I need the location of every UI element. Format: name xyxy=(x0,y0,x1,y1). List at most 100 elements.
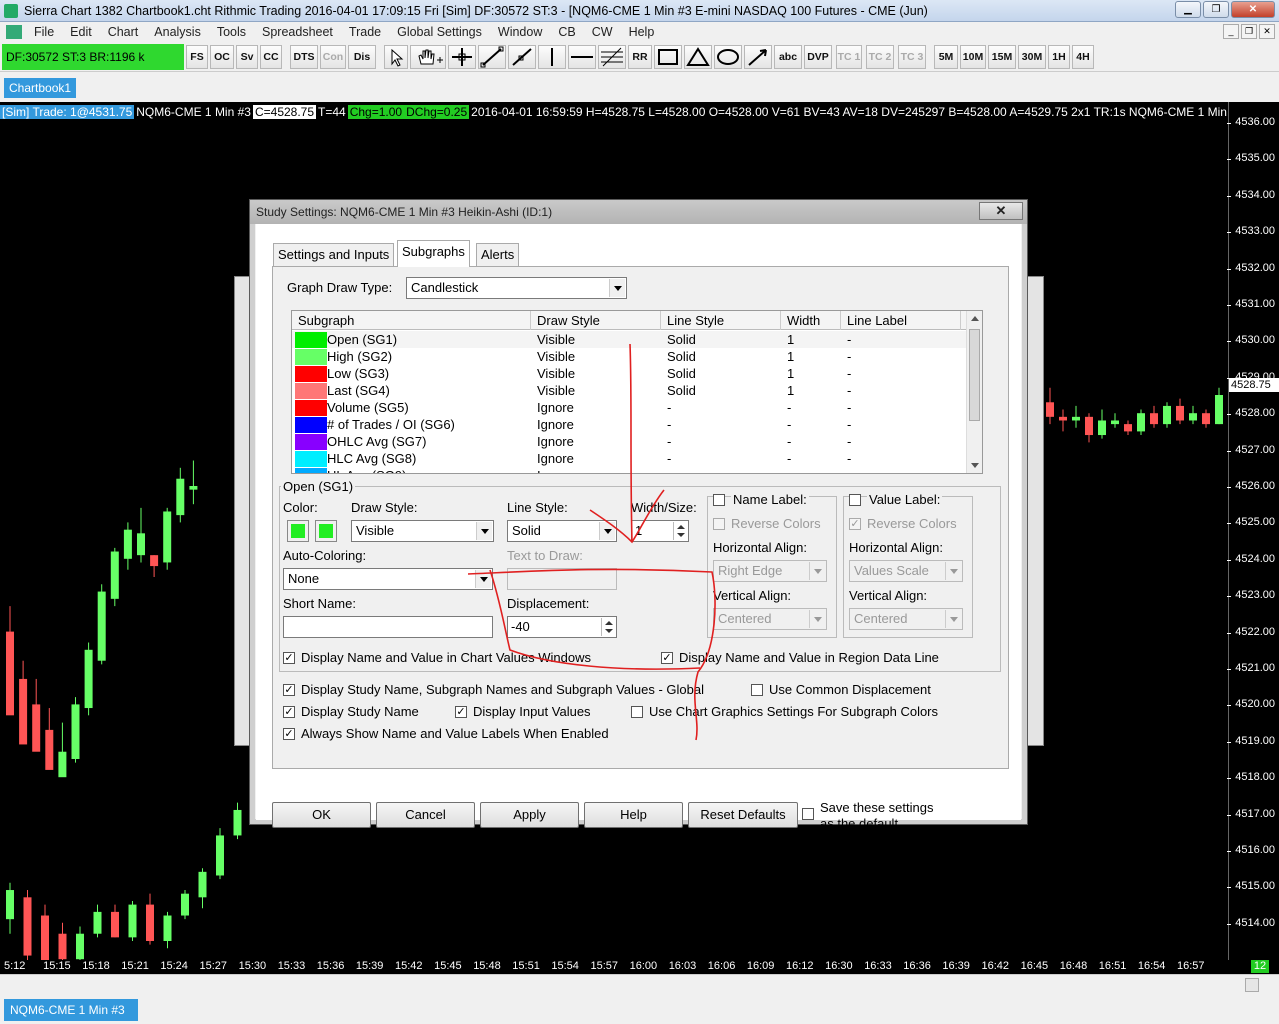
hand-tool-icon[interactable] xyxy=(410,45,446,69)
toolbar-button-con[interactable]: Con xyxy=(320,45,346,69)
col-draw-style[interactable]: Draw Style xyxy=(531,311,661,330)
name-label-checkbox[interactable] xyxy=(713,494,725,506)
toolbar-button-tc3[interactable]: TC 3 xyxy=(898,45,926,69)
menu-global-settings[interactable]: Global Settings xyxy=(389,25,490,39)
menu-help[interactable]: Help xyxy=(621,25,663,39)
toolbar-button-1h[interactable]: 1H xyxy=(1048,45,1070,69)
line-style-select[interactable]: Solid xyxy=(507,520,617,542)
region-data-line-checkbox[interactable]: ✓ xyxy=(661,652,673,664)
primary-color-swatch[interactable] xyxy=(287,520,309,542)
toolbar-button-oc[interactable]: OC xyxy=(210,45,234,69)
toolbar-button-rr[interactable]: RR xyxy=(628,45,652,69)
display-input-values-checkbox[interactable]: ✓ xyxy=(455,706,467,718)
graph-draw-type-select[interactable]: Candlestick xyxy=(406,277,627,299)
apply-button[interactable]: Apply xyxy=(480,802,579,828)
table-row[interactable]: HL Avg (SG9) Ignore - - - xyxy=(292,467,968,473)
table-row[interactable]: Last (SG4) Visible Solid 1 - xyxy=(292,382,968,399)
menu-cw[interactable]: CW xyxy=(584,25,621,39)
menu-cb[interactable]: CB xyxy=(550,25,583,39)
ray-tool-icon[interactable] xyxy=(508,45,536,69)
scroll-up-icon[interactable] xyxy=(971,316,979,321)
toolbar-button-15m[interactable]: 15M xyxy=(988,45,1016,69)
col-width[interactable]: Width xyxy=(781,311,841,330)
vertical-line-tool-icon[interactable] xyxy=(538,45,566,69)
toolbar-button-10m[interactable]: 10M xyxy=(960,45,986,69)
text-tool-button[interactable]: abc xyxy=(774,45,802,69)
always-show-labels-checkbox[interactable]: ✓ xyxy=(283,728,295,740)
global-display-checkbox[interactable]: ✓ xyxy=(283,684,295,696)
triangle-tool-icon[interactable] xyxy=(684,45,712,69)
toolbar-button-dis[interactable]: Dis xyxy=(348,45,376,69)
tab-nqm6-chart[interactable]: NQM6-CME 1 Min #3 xyxy=(4,999,138,1021)
table-row[interactable]: HLC Avg (SG8) Ignore - - - xyxy=(292,450,968,467)
ok-button[interactable]: OK xyxy=(272,802,371,828)
subgraphs-table-scrollbar[interactable] xyxy=(966,311,982,473)
scrollbar-thumb[interactable] xyxy=(1245,978,1259,992)
chart-horizontal-scrollbar[interactable] xyxy=(0,974,1279,996)
col-subgraph[interactable]: Subgraph xyxy=(292,311,531,330)
toolbar-button-tc1[interactable]: TC 1 xyxy=(836,45,862,69)
pointer-tool-icon[interactable] xyxy=(384,45,408,69)
menu-window[interactable]: Window xyxy=(490,25,550,39)
rectangle-tool-icon[interactable] xyxy=(654,45,682,69)
menu-tools[interactable]: Tools xyxy=(209,25,254,39)
toolbar-button-fs[interactable]: FS xyxy=(186,45,208,69)
chart-graphics-settings-checkbox[interactable] xyxy=(631,706,643,718)
ellipse-tool-icon[interactable] xyxy=(714,45,742,69)
toolbar-button-5m[interactable]: 5M xyxy=(934,45,958,69)
tab-settings-and-inputs[interactable]: Settings and Inputs xyxy=(273,243,395,267)
scroll-down-icon[interactable] xyxy=(971,463,979,468)
menu-spreadsheet[interactable]: Spreadsheet xyxy=(254,25,341,39)
fibonacci-tool-icon[interactable] xyxy=(598,45,626,69)
menu-analysis[interactable]: Analysis xyxy=(146,25,209,39)
tab-alerts[interactable]: Alerts xyxy=(476,243,520,267)
dialog-close-button[interactable]: ✕ xyxy=(979,202,1023,220)
displacement-spinner[interactable]: -40 xyxy=(507,616,617,638)
auto-coloring-select[interactable]: None xyxy=(283,568,493,590)
toolbar-button-cc[interactable]: CC xyxy=(260,45,282,69)
horizontal-line-tool-icon[interactable] xyxy=(568,45,596,69)
toolbar-button-dvp[interactable]: DVP xyxy=(804,45,832,69)
table-row[interactable]: Open (SG1) Visible Solid 1 - xyxy=(292,331,968,348)
table-row[interactable]: Low (SG3) Visible Solid 1 - xyxy=(292,365,968,382)
menu-file[interactable]: File xyxy=(26,25,62,39)
short-name-input[interactable] xyxy=(283,616,493,638)
mdi-minimize-button[interactable]: _ xyxy=(1223,24,1239,39)
display-study-name-checkbox[interactable]: ✓ xyxy=(283,706,295,718)
minimize-button[interactable]: ▁ xyxy=(1175,1,1201,18)
restore-button[interactable]: ❐ xyxy=(1203,1,1229,18)
arrow-tool-icon[interactable] xyxy=(744,45,772,69)
table-row[interactable]: Volume (SG5) Ignore - - - xyxy=(292,399,968,416)
menu-trade[interactable]: Trade xyxy=(341,25,389,39)
draw-style-select[interactable]: Visible xyxy=(351,520,494,542)
time-scale[interactable]: 12 5:12 15:15 15:18 15:21 15:24 15:27 15:30 15:… xyxy=(0,960,1279,974)
help-button[interactable]: Help xyxy=(584,802,683,828)
common-displacement-checkbox[interactable] xyxy=(751,684,763,696)
value-label-checkbox[interactable] xyxy=(849,494,861,506)
save-as-default-checkbox[interactable] xyxy=(802,808,814,820)
menu-edit[interactable]: Edit xyxy=(62,25,100,39)
toolbar-button-dts[interactable]: DTS xyxy=(290,45,318,69)
toolbar-button-4h[interactable]: 4H xyxy=(1072,45,1094,69)
cancel-button[interactable]: Cancel xyxy=(376,802,475,828)
scrollbar-thumb[interactable] xyxy=(969,329,980,421)
mdi-restore-button[interactable]: ❐ xyxy=(1241,24,1257,39)
line-tool-icon[interactable] xyxy=(478,45,506,69)
close-button[interactable]: ✕ xyxy=(1231,1,1275,18)
col-line-style[interactable]: Line Style xyxy=(661,311,781,330)
tab-subgraphs[interactable]: Subgraphs xyxy=(397,240,470,267)
mdi-close-button[interactable]: ✕ xyxy=(1259,24,1275,39)
table-row[interactable]: # of Trades / OI (SG6) Ignore - - - xyxy=(292,416,968,433)
toolbar-button-sv[interactable]: Sv xyxy=(236,45,258,69)
tab-chartbook1[interactable]: Chartbook1 xyxy=(4,78,76,98)
price-scale[interactable]: 4528.75 4536.00 4535.00 4534.00 4533.00 4532… xyxy=(1227,102,1279,960)
spinner-arrows-icon[interactable] xyxy=(601,618,615,636)
chart-values-checkbox[interactable]: ✓ xyxy=(283,652,295,664)
chart-window-icon[interactable] xyxy=(6,25,22,39)
crosshair-tool-icon[interactable] xyxy=(448,45,476,69)
spinner-arrows-icon[interactable] xyxy=(673,522,687,540)
width-size-spinner[interactable]: 1 xyxy=(631,520,689,542)
table-row[interactable]: High (SG2) Visible Solid 1 - xyxy=(292,348,968,365)
subgraphs-table[interactable]: Subgraph Draw Style Line Style Width Lin… xyxy=(291,310,983,474)
col-line-label[interactable]: Line Label xyxy=(841,311,961,330)
